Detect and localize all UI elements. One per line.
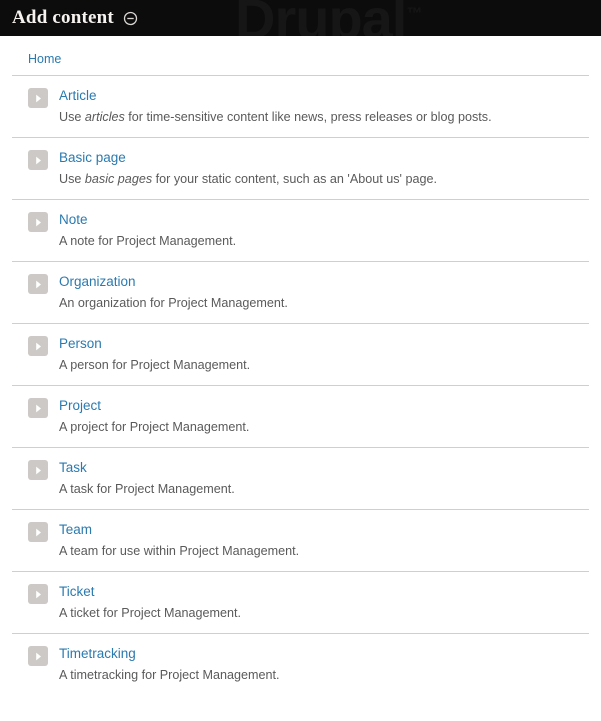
content-type-body: Task A task for Project Management. (59, 459, 573, 497)
content-type-description: A ticket for Project Management. (59, 605, 573, 621)
chevron-right-icon (28, 460, 48, 480)
chevron-right-icon (28, 336, 48, 356)
page-content: Home Article Use articles for time-sensit… (0, 36, 601, 695)
content-type-row[interactable]: Project A project for Project Management. (12, 386, 589, 448)
chevron-right-icon (28, 522, 48, 542)
chevron-right-icon (28, 646, 48, 666)
content-type-link[interactable]: Ticket (59, 583, 573, 600)
content-type-row[interactable]: Organization An organization for Project … (12, 262, 589, 324)
circle-minus-icon[interactable] (123, 10, 139, 26)
description-text: A task for Project Management. (59, 482, 235, 496)
page-title: Add content (12, 7, 114, 28)
content-type-description: Use articles for time-sensitive content … (59, 109, 573, 125)
description-text: A project for Project Management. (59, 420, 250, 434)
content-type-description: A team for use within Project Management… (59, 543, 573, 559)
description-text: for time-sensitive content like news, pr… (124, 110, 492, 124)
description-text: Use (59, 110, 85, 124)
admin-toolbar: Drupal™ Add content (0, 0, 601, 36)
content-type-description: A timetracking for Project Management. (59, 667, 573, 683)
content-type-link[interactable]: Note (59, 211, 573, 228)
content-type-row[interactable]: Article Use articles for time-sensitive c… (12, 76, 589, 138)
content-type-body: Timetracking A timetracking for Project M… (59, 645, 573, 683)
drupal-watermark-logo: Drupal™ (235, 0, 422, 36)
description-text: A timetracking for Project Management. (59, 668, 280, 682)
chevron-right-icon (28, 212, 48, 232)
breadcrumb: Home (12, 36, 589, 76)
description-text: A team for use within Project Management… (59, 544, 300, 558)
chevron-right-icon (28, 150, 48, 170)
content-type-body: Team A team for use within Project Manage… (59, 521, 573, 559)
content-type-description: A project for Project Management. (59, 419, 573, 435)
content-type-row[interactable]: Ticket A ticket for Project Management. (12, 572, 589, 634)
content-type-row[interactable]: Task A task for Project Management. (12, 448, 589, 510)
content-type-row[interactable]: Note A note for Project Management. (12, 200, 589, 262)
content-type-row[interactable]: Team A team for use within Project Manage… (12, 510, 589, 572)
drupal-watermark-text: Drupal (235, 0, 407, 36)
content-type-list: Article Use articles for time-sensitive c… (12, 76, 589, 695)
content-type-description: A person for Project Management. (59, 357, 573, 373)
content-type-row[interactable]: Basic page Use basic pages for your stati… (12, 138, 589, 200)
chevron-right-icon (28, 584, 48, 604)
description-text: Use (59, 172, 85, 186)
content-type-link[interactable]: Person (59, 335, 573, 352)
description-text: A person for Project Management. (59, 358, 251, 372)
content-type-body: Person A person for Project Management. (59, 335, 573, 373)
content-type-description: Use basic pages for your static content,… (59, 171, 573, 187)
description-emphasis: basic pages (84, 172, 153, 186)
content-type-link[interactable]: Timetracking (59, 645, 573, 662)
content-type-link[interactable]: Project (59, 397, 573, 414)
breadcrumb-home[interactable]: Home (28, 52, 61, 66)
content-type-link[interactable]: Basic page (59, 149, 573, 166)
content-type-link[interactable]: Article (59, 87, 573, 104)
description-text: An organization for Project Management. (59, 296, 288, 310)
content-type-link[interactable]: Task (59, 459, 573, 476)
content-type-body: Project A project for Project Management. (59, 397, 573, 435)
content-type-link[interactable]: Organization (59, 273, 573, 290)
chevron-right-icon (28, 274, 48, 294)
content-type-description: A note for Project Management. (59, 233, 573, 249)
content-type-body: Article Use articles for time-sensitive c… (59, 87, 573, 125)
content-type-description: An organization for Project Management. (59, 295, 573, 311)
chevron-right-icon (28, 88, 48, 108)
description-emphasis: articles (84, 110, 125, 124)
drupal-watermark-trademark: ™ (406, 5, 423, 23)
description-text: A note for Project Management. (59, 234, 237, 248)
description-text: for your static content, such as an 'Abo… (152, 172, 437, 186)
content-type-row[interactable]: Person A person for Project Management. (12, 324, 589, 386)
content-type-link[interactable]: Team (59, 521, 573, 538)
content-type-body: Organization An organization for Project … (59, 273, 573, 311)
description-text: A ticket for Project Management. (59, 606, 241, 620)
content-type-body: Basic page Use basic pages for your stati… (59, 149, 573, 187)
content-type-description: A task for Project Management. (59, 481, 573, 497)
content-type-body: Note A note for Project Management. (59, 211, 573, 249)
content-type-body: Ticket A ticket for Project Management. (59, 583, 573, 621)
content-type-row[interactable]: Timetracking A timetracking for Project M… (12, 634, 589, 695)
chevron-right-icon (28, 398, 48, 418)
